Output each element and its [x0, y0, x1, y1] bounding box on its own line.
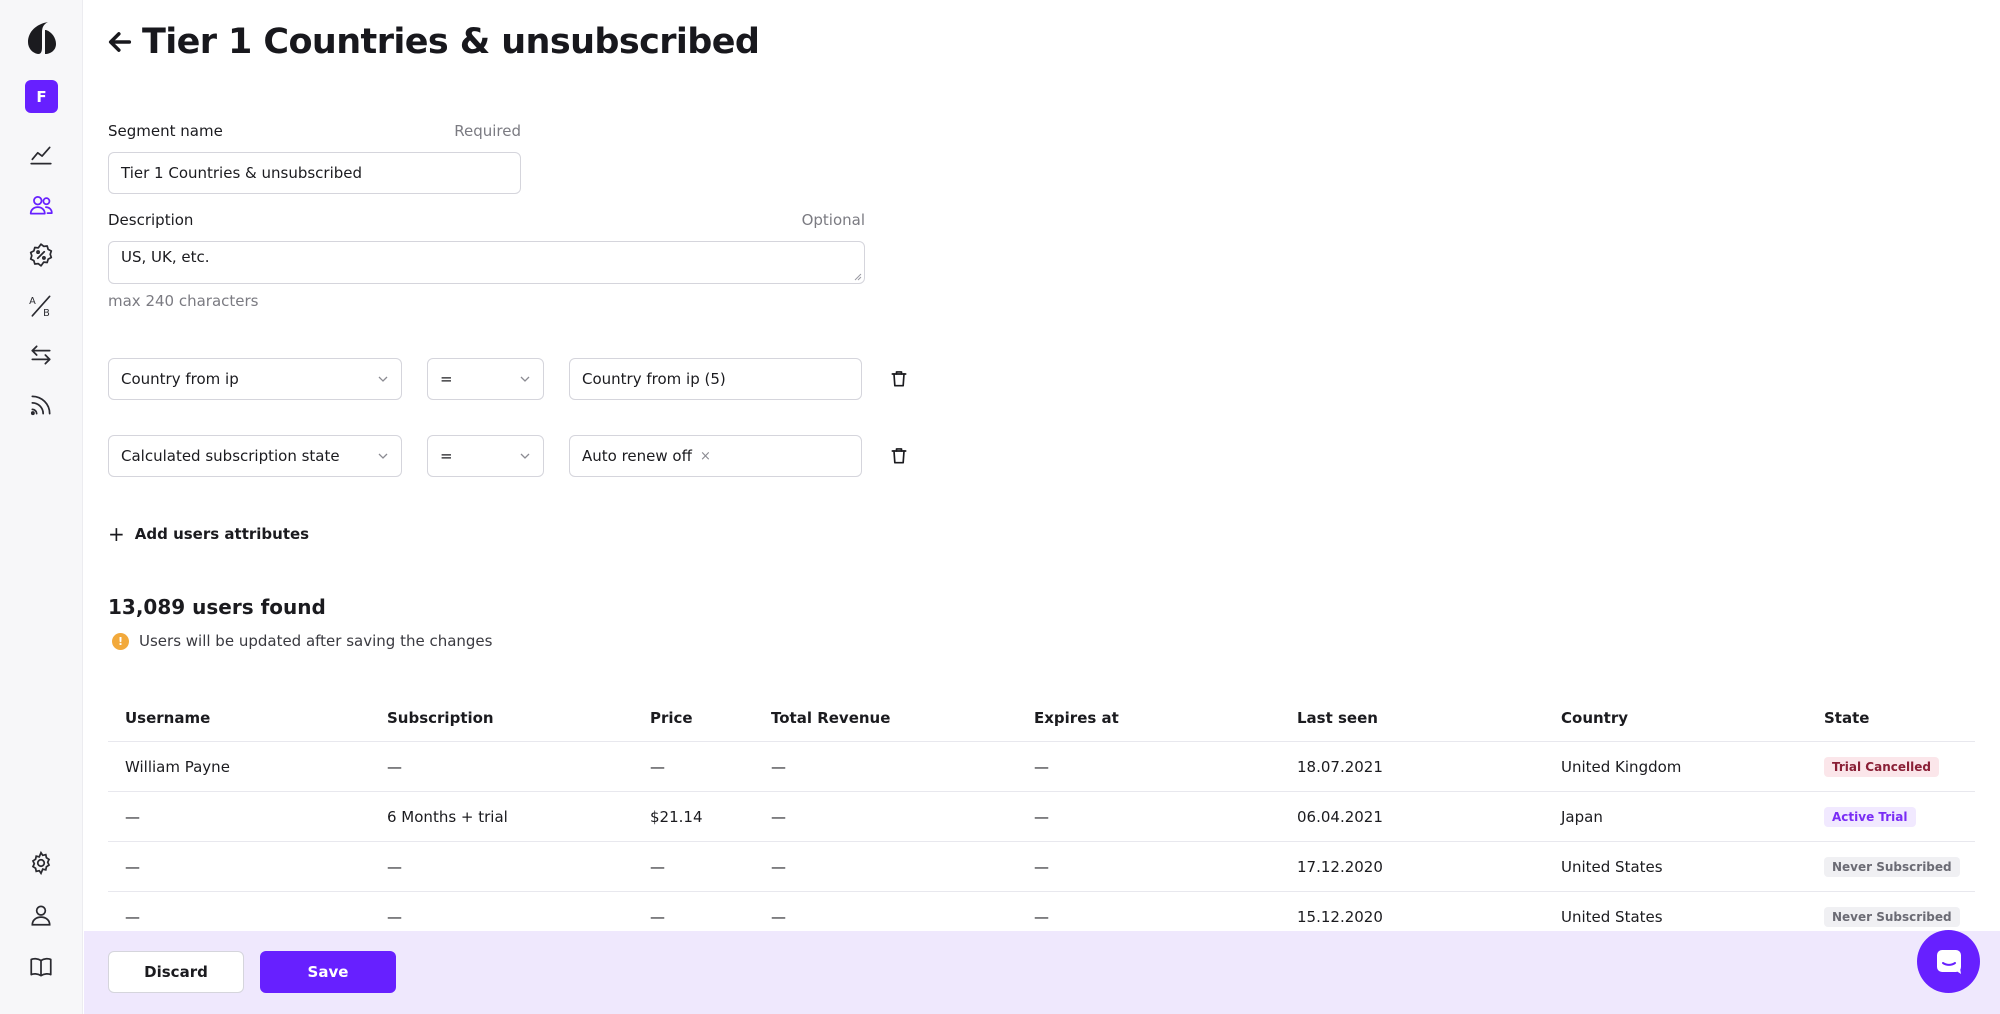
filter-value: Country from ip (5)	[582, 370, 726, 388]
username-cell: —	[125, 807, 140, 826]
chat-support-button[interactable]	[1917, 930, 1980, 993]
last-seen-cell: 18.07.2021	[1297, 757, 1383, 776]
chevron-down-icon	[520, 453, 530, 459]
column-header[interactable]: Expires at	[1034, 694, 1119, 741]
app-logo-icon[interactable]	[26, 20, 58, 56]
trash-icon[interactable]	[887, 444, 911, 468]
save-button[interactable]: Save	[260, 951, 396, 993]
username-cell: William Payne	[125, 757, 230, 776]
warning-icon: !	[112, 632, 129, 650]
filter-attribute-value: Country from ip	[121, 370, 239, 388]
users-table: Username Subscription Price Total Revenu…	[108, 694, 1975, 942]
status-badge: Never Subscribed	[1824, 906, 1960, 927]
filter-value-select[interactable]: Country from ip (5)	[569, 358, 862, 400]
chat-icon	[1936, 949, 1961, 974]
table-row[interactable]: William Payne — — — — 18.07.2021 United …	[108, 742, 1975, 792]
segment-name-required-hint: Required	[454, 122, 521, 140]
add-users-attributes-button[interactable]: + Add users attributes	[108, 522, 309, 546]
update-notice: ! Users will be updated after saving the…	[112, 632, 492, 650]
filter-operator-value: =	[440, 370, 453, 388]
workspace-avatar[interactable]: F	[25, 80, 58, 113]
trash-icon[interactable]	[887, 367, 911, 391]
status-badge: Never Subscribed	[1824, 856, 1960, 877]
back-arrow-icon[interactable]	[106, 27, 136, 57]
filter-operator-select[interactable]: =	[427, 435, 544, 477]
column-header[interactable]: Last seen	[1297, 694, 1378, 741]
expires-at-cell: —	[1034, 807, 1049, 826]
chart-line-icon[interactable]	[26, 140, 56, 170]
country-cell: Japan	[1561, 807, 1603, 826]
sidebar: F AB	[0, 0, 83, 1014]
price-cell: $21.14	[650, 807, 703, 826]
description-optional-hint: Optional	[801, 211, 865, 229]
chevron-down-icon	[378, 453, 388, 459]
filter-value-select[interactable]: Auto renew off ×	[569, 435, 862, 477]
page-title: Tier 1 Countries & unsubscribed	[142, 22, 760, 62]
expires-at-cell: —	[1034, 857, 1049, 876]
filter-operator-select[interactable]: =	[427, 358, 544, 400]
total-revenue-cell: —	[771, 857, 786, 876]
expires-at-cell: —	[1034, 757, 1049, 776]
filter-attribute-value: Calculated subscription state	[121, 447, 340, 465]
column-header[interactable]: State	[1824, 694, 1869, 741]
update-notice-text: Users will be updated after saving the c…	[139, 632, 493, 650]
filter-value-chip: Auto renew off	[582, 447, 692, 465]
subscription-cell: 6 Months + trial	[387, 807, 508, 826]
description-limit-text: max 240 characters	[108, 292, 259, 310]
filter-attribute-select[interactable]: Country from ip	[108, 358, 402, 400]
resize-grip-icon[interactable]	[853, 272, 862, 281]
description-value: US, UK, etc.	[121, 248, 210, 266]
gear-icon[interactable]	[26, 848, 56, 878]
column-header[interactable]: Price	[650, 694, 693, 741]
svg-text:A: A	[29, 296, 36, 307]
state-cell: Trial Cancelled	[1824, 742, 1939, 791]
users-icon[interactable]	[26, 190, 56, 220]
svg-text:B: B	[43, 308, 50, 318]
total-revenue-cell: —	[771, 807, 786, 826]
description-label: Description	[108, 211, 194, 229]
price-cell: —	[650, 757, 665, 776]
table-row[interactable]: — — — — — 17.12.2020 United States Never…	[108, 842, 1975, 892]
filter-operator-value: =	[440, 447, 453, 465]
subscription-cell: —	[387, 757, 402, 776]
feed-icon[interactable]	[26, 390, 56, 420]
action-footer: Discard Save	[84, 931, 2000, 1014]
chip-remove-icon[interactable]: ×	[700, 449, 711, 464]
table-header-row: Username Subscription Price Total Revenu…	[108, 694, 1975, 742]
plus-icon: +	[108, 522, 125, 546]
price-cell: —	[650, 857, 665, 876]
country-cell: United States	[1561, 857, 1663, 876]
percent-badge-icon[interactable]	[26, 240, 56, 270]
segment-name-label: Segment name	[108, 122, 223, 140]
chevron-down-icon	[520, 376, 530, 382]
state-cell: Active Trial	[1824, 792, 1916, 841]
column-header[interactable]: Total Revenue	[771, 694, 890, 741]
subscription-cell: —	[387, 857, 402, 876]
username-cell: —	[125, 857, 140, 876]
add-users-attributes-label: Add users attributes	[134, 525, 310, 543]
chevron-down-icon	[378, 376, 388, 382]
status-badge: Trial Cancelled	[1824, 756, 1939, 777]
page-header: Tier 1 Countries & unsubscribed	[106, 20, 760, 64]
profile-icon[interactable]	[26, 900, 56, 930]
ab-test-icon[interactable]: AB	[26, 290, 56, 320]
discard-button[interactable]: Discard	[108, 951, 244, 993]
last-seen-cell: 17.12.2020	[1297, 857, 1383, 876]
swap-arrows-icon[interactable]	[26, 340, 56, 370]
country-cell: United Kingdom	[1561, 757, 1682, 776]
column-header[interactable]: Username	[125, 694, 210, 741]
book-icon[interactable]	[26, 952, 56, 982]
description-textarea[interactable]: US, UK, etc.	[108, 241, 865, 284]
table-row[interactable]: — 6 Months + trial $21.14 — — 06.04.2021…	[108, 792, 1975, 842]
column-header[interactable]: Country	[1561, 694, 1628, 741]
column-header[interactable]: Subscription	[387, 694, 494, 741]
last-seen-cell: 06.04.2021	[1297, 807, 1383, 826]
segment-name-input[interactable]: Tier 1 Countries & unsubscribed	[108, 152, 521, 194]
users-found-count: 13,089 users found	[108, 595, 326, 619]
state-cell: Never Subscribed	[1824, 842, 1960, 891]
total-revenue-cell: —	[771, 757, 786, 776]
status-badge: Active Trial	[1824, 806, 1916, 827]
filter-attribute-select[interactable]: Calculated subscription state	[108, 435, 402, 477]
